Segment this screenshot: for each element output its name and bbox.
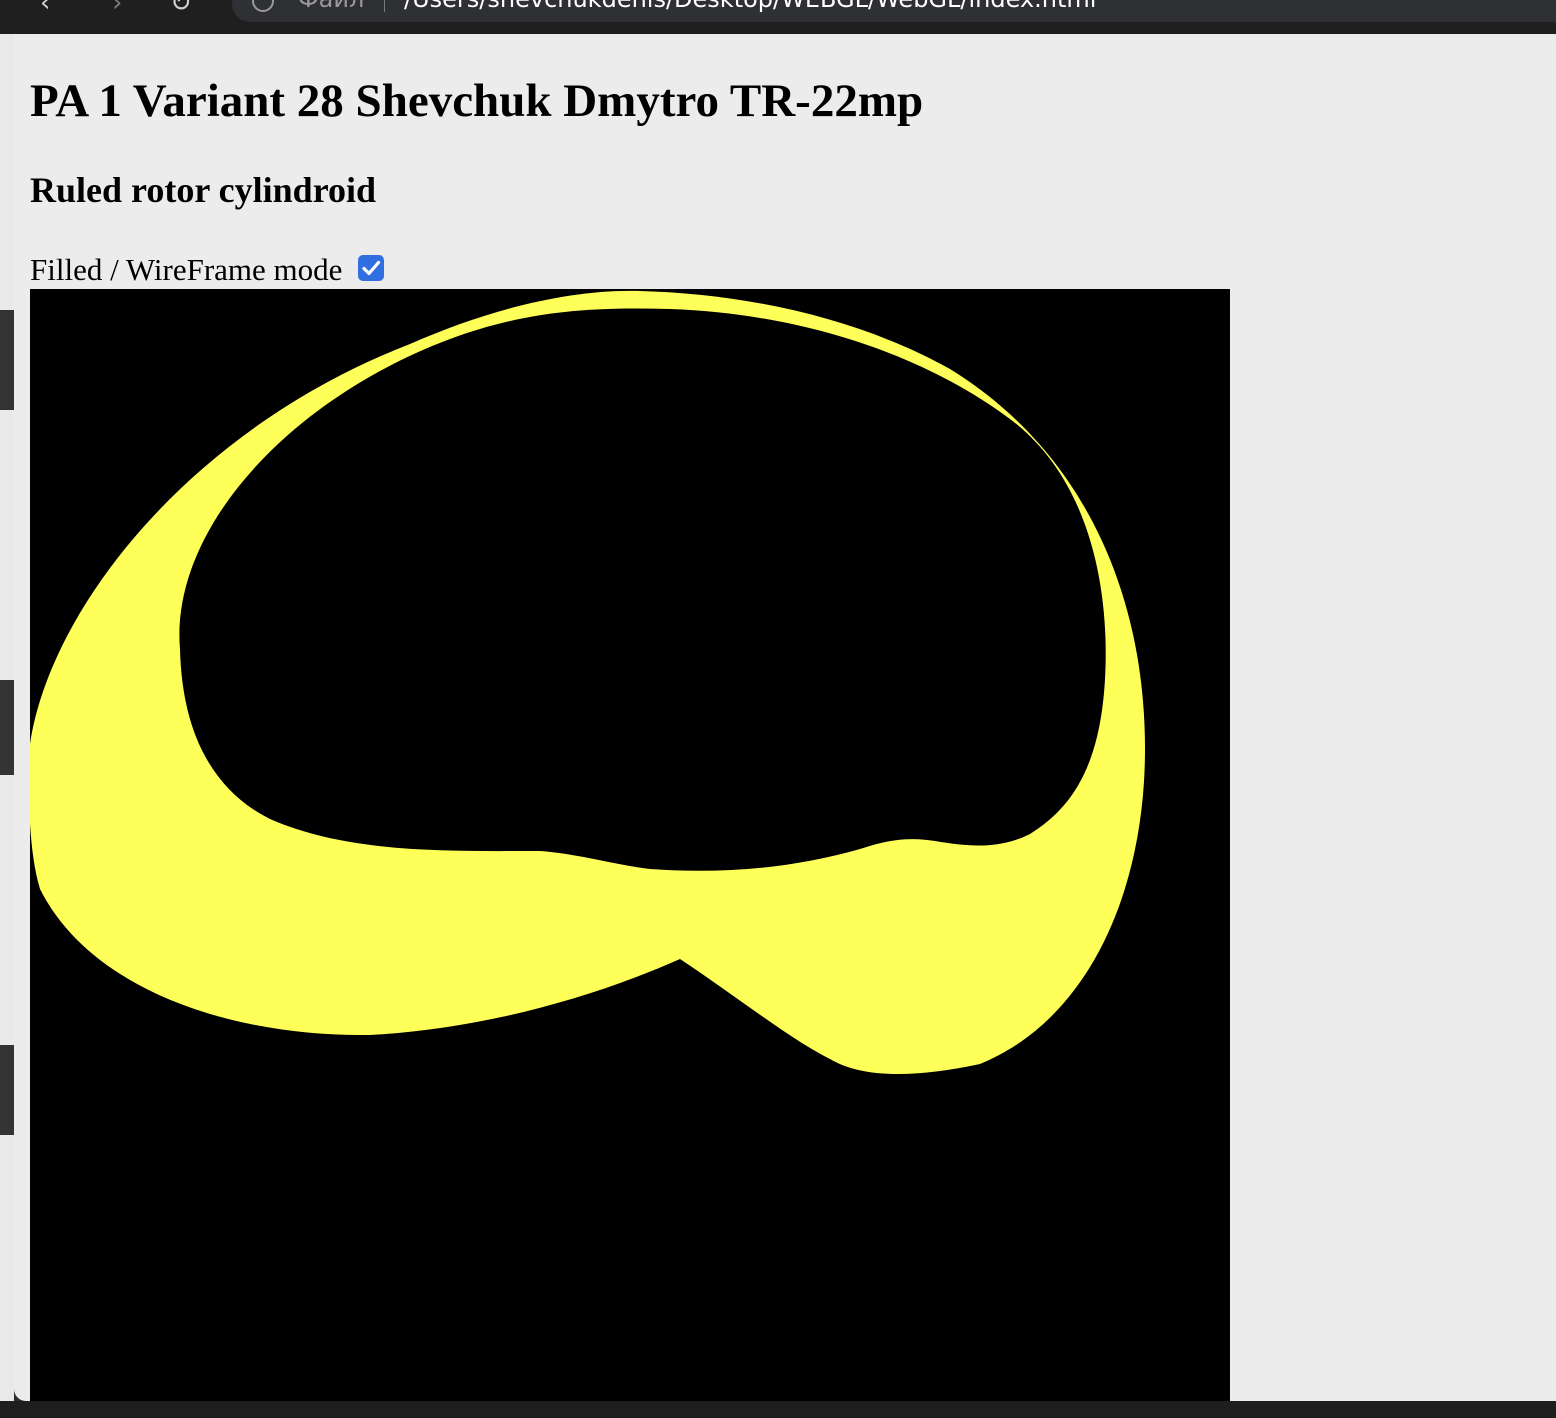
url-text[interactable]: /Users/shevchukdenis/Desktop/WEBGL/WebGL… (404, 0, 1096, 12)
mode-checkbox[interactable] (358, 255, 385, 281)
page-title: PA 1 Variant 28 Shevchuk Dmytro TR-22mp (30, 75, 924, 127)
address-bar[interactable]: Файл /Users/shevchukdenis/Desktop/WEBGL/… (232, 0, 1556, 22)
site-info-icon[interactable] (252, 0, 274, 12)
cylindroid-surface (29, 290, 1145, 1075)
back-icon[interactable]: ‹ (40, 0, 50, 16)
forward-icon[interactable]: › (112, 0, 122, 16)
reload-icon[interactable]: ↻ (170, 0, 192, 16)
surface-shape (29, 290, 1145, 1075)
checkmark-icon (362, 260, 381, 276)
address-separator (384, 0, 385, 12)
background-window-strip (0, 0, 14, 1418)
mode-toggle-row: Filled / WireFrame mode (30, 252, 385, 288)
desktop-bottom-strip (0, 1401, 1556, 1418)
mode-label: Filled / WireFrame mode (30, 252, 343, 287)
page-viewport: PA 1 Variant 28 Shevchuk Dmytro TR-22mp … (14, 34, 1556, 1401)
page-subtitle: Ruled rotor cylindroid (30, 170, 377, 210)
browser-toolbar: ‹ › ↻ Файл /Users/shevchukdenis/Desktop/… (0, 0, 1556, 34)
webgl-canvas[interactable] (29, 289, 1230, 1401)
scheme-label: Файл (298, 0, 364, 12)
